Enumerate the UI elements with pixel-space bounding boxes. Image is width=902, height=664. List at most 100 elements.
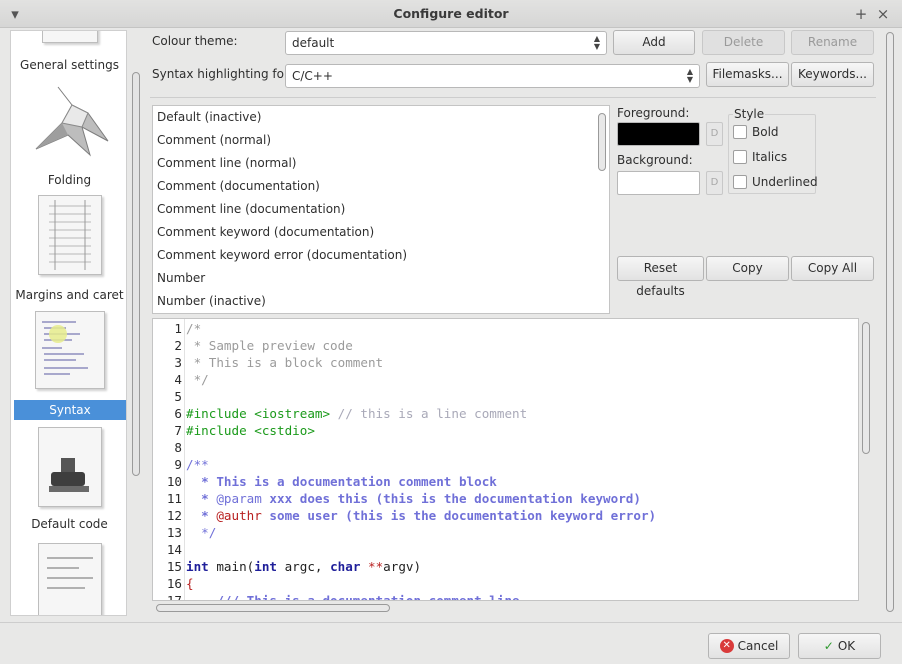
style-list-item[interactable]: Comment line (normal) (157, 152, 297, 175)
keywords-button[interactable]: Keywords... (791, 62, 874, 87)
line-number: 6 (174, 406, 182, 421)
style-list-item[interactable]: Number (inactive) (157, 290, 266, 313)
code-line: * @param xxx does this (this is the docu… (186, 490, 641, 507)
gutter-divider (184, 319, 185, 600)
code-token: @authr (216, 508, 262, 523)
background-label: Background: (617, 153, 693, 167)
colour-theme-combo[interactable]: default ▲ ▼ (285, 31, 607, 55)
code-token: xxx does this (this is the documentation… (261, 491, 641, 506)
code-line: * Sample preview code (186, 337, 353, 354)
italics-checkbox[interactable] (733, 150, 747, 164)
colour-theme-label: Colour theme: (152, 34, 238, 48)
delete-theme-button[interactable]: Delete (702, 30, 785, 55)
sidebar-scrollbar[interactable] (132, 72, 140, 476)
code-token: #include <cstdio> (186, 423, 315, 438)
style-list-item[interactable]: Number (157, 267, 205, 290)
italics-label: Italics (752, 150, 788, 164)
language-value: C/C++ (292, 69, 333, 83)
sidebar-item-label: Syntax highlighting (14, 400, 126, 437)
maximize-icon[interactable]: + (852, 4, 870, 24)
language-combo[interactable]: C/C++ ▲ ▼ (285, 64, 700, 88)
window-menu-icon[interactable]: ▾ (6, 4, 24, 24)
code-line: * @authr some user (this is the document… (186, 507, 656, 524)
copy-button[interactable]: Copy (706, 256, 789, 281)
syntax-highlighting-label: Syntax highlighting for: (152, 67, 293, 81)
background-default-button[interactable]: D (706, 171, 723, 195)
close-icon[interactable]: × (874, 4, 892, 24)
folding-icon (28, 83, 112, 167)
code-preview-editor[interactable]: 1 2 3 4 5 6 7 8 9 10 11 12 13 14 15 16 17 /* * Sample pr… (152, 318, 859, 601)
style-group-label: Style (733, 107, 766, 121)
separator (150, 97, 876, 98)
code-line: int main(int argc, char **argv) (186, 558, 421, 575)
filemasks-button[interactable]: Filemasks... (706, 62, 789, 87)
style-list-item[interactable]: Comment keyword (documentation) (157, 221, 374, 244)
line-number: 3 (174, 355, 182, 370)
sidebar-item-label: Margins and caret (15, 288, 124, 302)
background-color-button[interactable] (617, 171, 700, 195)
style-list-item[interactable]: Comment (normal) (157, 129, 271, 152)
code-token: ** (360, 559, 384, 574)
general-settings-icon (41, 31, 98, 43)
code-line: /** (186, 456, 209, 473)
page-vertical-scrollbar[interactable] (886, 32, 894, 612)
code-token: */ (186, 525, 217, 540)
line-number: 14 (166, 542, 182, 557)
code-token: int (186, 559, 209, 574)
sidebar-item-label: General settings (20, 58, 119, 72)
code-token: @param (216, 491, 262, 506)
editor-vertical-scrollbar[interactable] (862, 322, 870, 454)
combo-arrows-icon: ▲ ▼ (686, 67, 693, 84)
underlined-checkbox[interactable] (733, 175, 747, 189)
line-number: 16 (166, 576, 182, 591)
code-token: /** (186, 457, 209, 472)
bold-checkbox[interactable] (733, 125, 747, 139)
foreground-default-button[interactable]: D (706, 122, 723, 146)
copy-all-button[interactable]: Copy All (791, 256, 874, 281)
code-line: * This is a block comment (186, 354, 384, 371)
line-number: 17 (166, 593, 182, 601)
line-number: 1 (174, 321, 182, 336)
line-number: 10 (166, 474, 182, 489)
code-token: char (330, 559, 361, 574)
style-list-item[interactable]: Comment (documentation) (157, 175, 320, 198)
code-token: int (254, 559, 277, 574)
style-list-item[interactable]: Comment line (documentation) (157, 198, 345, 221)
reset-defaults-button[interactable]: Reset defaults (617, 256, 704, 298)
add-theme-button[interactable]: Add (613, 30, 695, 55)
style-list-item[interactable]: Comment keyword error (documentation) (157, 244, 407, 267)
code-token: main( (208, 559, 255, 574)
code-line: #include <iostream> // this is a line co… (186, 405, 527, 422)
code-line: * This is a documentation comment block (186, 473, 497, 490)
ok-button[interactable]: ✓ OK (798, 633, 881, 659)
editor-horizontal-scrollbar[interactable] (156, 604, 390, 612)
cancel-button[interactable]: ✕ Cancel (708, 633, 790, 659)
code-token: /* (186, 321, 202, 336)
syntax-highlighting-icon (34, 311, 105, 389)
colour-theme-value: default (292, 36, 335, 50)
rename-theme-button[interactable]: Rename (791, 30, 874, 55)
sidebar-item-label: Folding (47, 173, 92, 187)
code-token: argc, (277, 559, 331, 574)
style-list-item[interactable]: Default (inactive) (157, 106, 261, 129)
code-token: // this is a line comment (330, 406, 528, 421)
foreground-label: Foreground: (617, 106, 690, 120)
code-line: #include <cstdio> (186, 422, 315, 439)
line-number: 4 (174, 372, 182, 387)
underlined-label: Underlined (752, 175, 818, 189)
code-token: some user (this is the documentation key… (261, 508, 657, 523)
margins-caret-icon (37, 195, 102, 275)
code-token: * This is a documentation comment block (186, 474, 497, 489)
ok-label: OK (837, 639, 856, 653)
style-list[interactable]: Default (inactive) Comment (normal) Commen… (152, 105, 610, 314)
category-sidebar[interactable]: General settings Folding Margins and car… (10, 30, 127, 616)
style-list-scrollbar[interactable] (598, 113, 606, 171)
code-token: * This is a block comment (186, 355, 384, 370)
line-number: 2 (174, 338, 182, 353)
foreground-color-button[interactable] (617, 122, 700, 146)
code-line: */ (186, 524, 216, 541)
code-line: */ (186, 371, 209, 388)
comment-templates-icon (37, 543, 102, 615)
bold-label: Bold (752, 125, 779, 139)
cancel-label: Cancel (737, 639, 779, 653)
